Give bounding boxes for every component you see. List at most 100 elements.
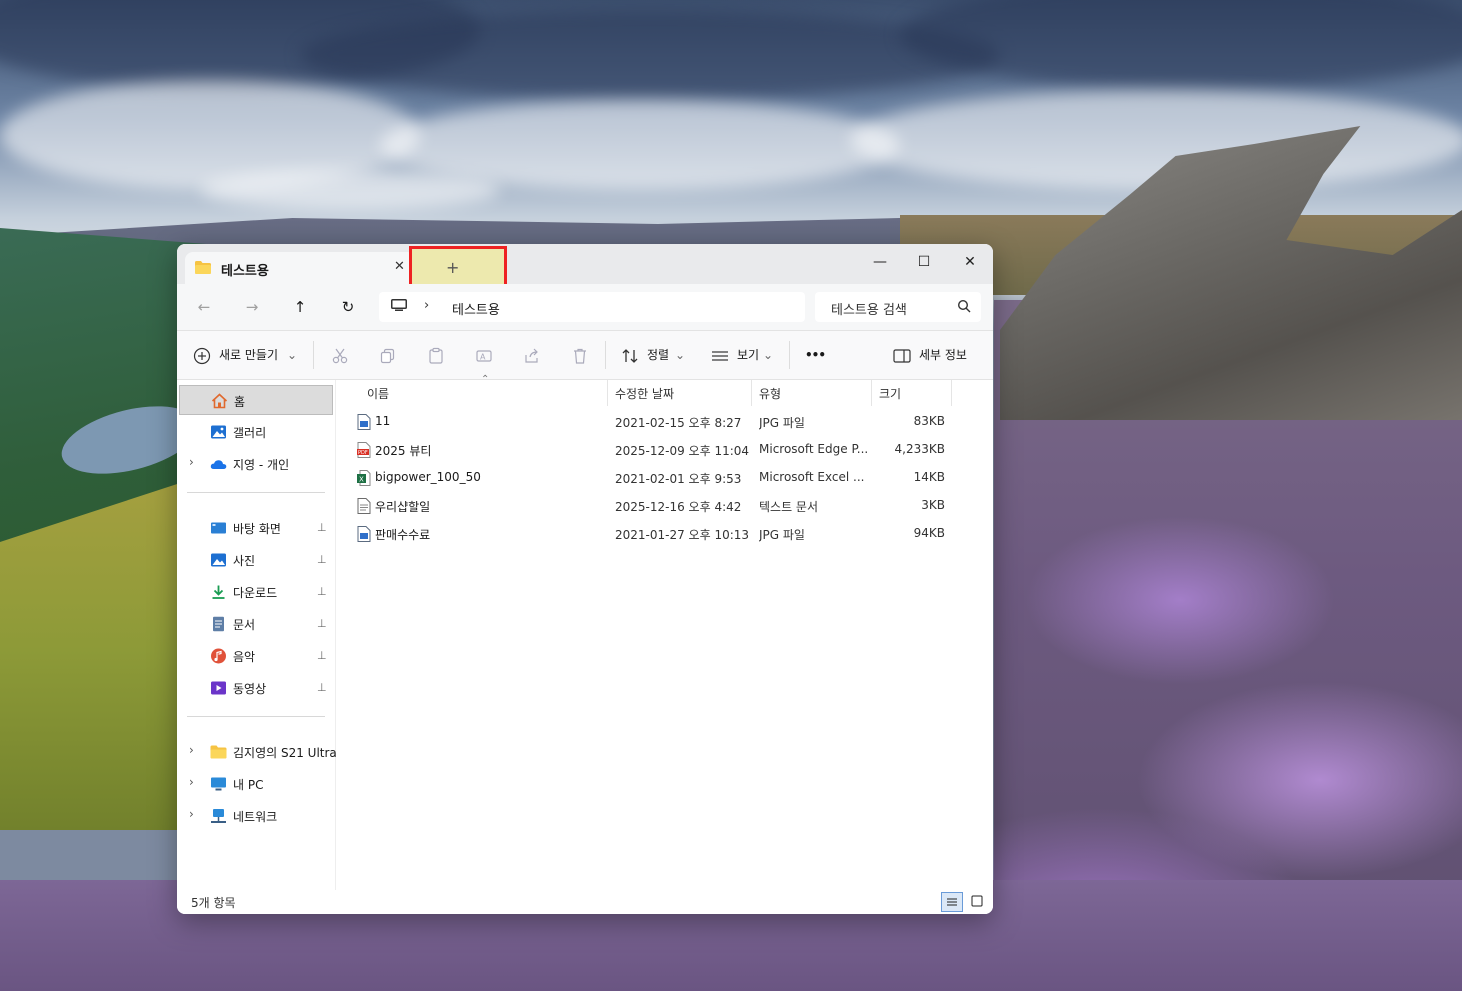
view-chevron-icon[interactable]: ⌄ xyxy=(763,343,773,367)
more-options-button[interactable]: ••• xyxy=(805,343,826,367)
pin-icon[interactable]: ⊥ xyxy=(317,681,327,694)
sidebar-item-onedrive[interactable]: › 지영 - 개인 xyxy=(179,449,333,479)
new-chevron-icon[interactable]: ⌄ xyxy=(287,343,297,367)
expand-chevron-icon[interactable]: › xyxy=(189,807,194,821)
sidebar-item-music[interactable]: 음악 ⊥ xyxy=(179,641,333,671)
pin-icon[interactable]: ⊥ xyxy=(317,617,327,630)
videos-icon xyxy=(211,681,226,695)
sidebar-item-phone[interactable]: › 김지영의 S21 Ultra xyxy=(179,737,337,767)
search-box[interactable]: 테스트용 검색 xyxy=(815,292,981,322)
tiles-view-icon xyxy=(971,895,983,907)
share-icon[interactable] xyxy=(523,347,541,365)
column-header-type[interactable]: 유형 xyxy=(759,382,781,406)
expand-chevron-icon[interactable]: › xyxy=(189,775,194,789)
minimize-button[interactable]: — xyxy=(865,250,895,274)
details-button[interactable]: 세부 정보 xyxy=(919,343,967,367)
svg-text:PDF: PDF xyxy=(358,450,368,456)
cut-icon[interactable] xyxy=(331,347,349,365)
plus-icon: + xyxy=(446,258,460,277)
title-bar[interactable]: 테스트용 ✕ + — ☐ ✕ xyxy=(177,244,993,288)
maximize-button[interactable]: ☐ xyxy=(909,250,939,274)
network-icon xyxy=(211,809,226,823)
search-input[interactable]: 테스트용 검색 xyxy=(831,299,907,318)
pictures-icon xyxy=(211,553,226,567)
file-size: 83KB xyxy=(913,414,945,428)
refresh-button[interactable]: ↻ xyxy=(335,296,361,318)
file-size: 4,233KB xyxy=(894,442,945,456)
column-header-size[interactable]: 크기 xyxy=(879,382,901,406)
back-button[interactable]: ← xyxy=(191,296,217,318)
details-view-button[interactable] xyxy=(941,892,963,912)
music-icon xyxy=(211,648,226,664)
sidebar-item-label: 문서 xyxy=(233,618,256,632)
sidebar-item-label: 지영 - 개인 xyxy=(233,458,290,472)
table-row[interactable]: X bigpower_100_50 2021-02-01 오후 9:53 Mic… xyxy=(353,464,973,492)
sidebar-item-documents[interactable]: 문서 ⊥ xyxy=(179,609,333,639)
sidebar-item-label: 다운로드 xyxy=(233,586,278,600)
pin-icon[interactable]: ⊥ xyxy=(317,521,327,534)
sidebar-item-gallery[interactable]: 갤러리 xyxy=(179,417,333,447)
sidebar-item-label: 갤러리 xyxy=(233,426,267,440)
gallery-icon xyxy=(211,425,226,439)
table-row[interactable]: 판매수수료 2021-01-27 오후 10:13 JPG 파일 94KB xyxy=(353,520,973,548)
close-tab-icon[interactable]: ✕ xyxy=(394,259,405,274)
excel-file-icon: X xyxy=(357,470,371,486)
expand-chevron-icon[interactable]: › xyxy=(189,455,194,469)
downloads-icon xyxy=(212,585,225,599)
file-name: 11 xyxy=(375,414,391,428)
file-modified: 2025-12-09 오후 11:04 xyxy=(615,444,750,458)
documents-icon xyxy=(213,616,224,632)
table-row[interactable]: PDF 2025 뷰티 2025-12-09 오후 11:04 Microsof… xyxy=(353,436,973,464)
view-button[interactable]: 보기 xyxy=(737,343,759,367)
pdf-file-icon: PDF xyxy=(357,442,371,458)
sidebar-item-home[interactable]: 홈 xyxy=(179,385,333,415)
address-bar[interactable]: › 테스트용 xyxy=(379,292,805,322)
sort-button[interactable]: 정렬 xyxy=(647,343,669,367)
rename-icon[interactable]: A xyxy=(475,347,493,365)
sidebar-item-label: 네트워크 xyxy=(233,810,278,824)
tab-current[interactable]: 테스트용 ✕ xyxy=(185,252,415,284)
sidebar-item-downloads[interactable]: 다운로드 ⊥ xyxy=(179,577,333,607)
item-count: 5개 항목 xyxy=(191,896,236,910)
expand-chevron-icon[interactable]: › xyxy=(189,743,194,757)
jpg-file-icon xyxy=(357,526,371,542)
sidebar-item-desktop[interactable]: 바탕 화면 ⊥ xyxy=(179,513,333,543)
sidebar-item-videos[interactable]: 동영상 ⊥ xyxy=(179,673,333,703)
file-name: bigpower_100_50 xyxy=(375,470,481,484)
new-tab-button[interactable]: + xyxy=(409,246,507,288)
forward-button[interactable]: → xyxy=(239,296,265,318)
status-bar: 5개 항목 xyxy=(177,890,993,914)
sort-chevron-icon[interactable]: ⌄ xyxy=(675,343,685,367)
sidebar-item-pictures[interactable]: 사진 ⊥ xyxy=(179,545,333,575)
new-button[interactable]: 새로 만들기 xyxy=(219,343,278,367)
file-name: 우리샵할일 xyxy=(375,500,431,514)
text-file-icon xyxy=(357,498,371,514)
column-header-name[interactable]: 이름 xyxy=(367,382,389,406)
tiles-view-button[interactable] xyxy=(967,892,989,912)
delete-icon[interactable] xyxy=(571,347,589,365)
file-modified: 2021-02-01 오후 9:53 xyxy=(615,472,742,486)
table-row[interactable]: 11 2021-02-15 오후 8:27 JPG 파일 83KB xyxy=(353,408,973,436)
pin-icon[interactable]: ⊥ xyxy=(317,585,327,598)
column-header-modified[interactable]: 수정한 날짜 xyxy=(615,382,674,406)
breadcrumb[interactable]: 테스트용 xyxy=(452,299,500,318)
copy-icon[interactable] xyxy=(379,347,397,365)
table-row[interactable]: 우리샵할일 2025-12-16 오후 4:42 텍스트 문서 3KB xyxy=(353,492,973,520)
up-button[interactable]: ↑ xyxy=(287,296,313,318)
sidebar-item-label: 내 PC xyxy=(233,778,264,792)
file-size: 94KB xyxy=(913,526,945,540)
file-list: ⌃ 이름 수정한 날짜 유형 크기 11 2021-02-15 오후 8:27 … xyxy=(337,374,993,890)
file-modified: 2021-02-15 오후 8:27 xyxy=(615,416,742,430)
sidebar-item-label: 김지영의 S21 Ultra xyxy=(233,746,337,760)
paste-icon[interactable] xyxy=(427,347,445,365)
close-button[interactable]: ✕ xyxy=(955,250,985,274)
sidebar-item-this-pc[interactable]: › 내 PC xyxy=(179,769,333,799)
file-type: Microsoft Excel ... xyxy=(759,470,865,484)
breadcrumb-separator[interactable]: › xyxy=(424,298,429,313)
pin-icon[interactable]: ⊥ xyxy=(317,649,327,662)
pin-icon[interactable]: ⊥ xyxy=(317,553,327,566)
onedrive-icon xyxy=(210,460,227,469)
sidebar-item-network[interactable]: › 네트워크 xyxy=(179,801,333,831)
details-pane-icon xyxy=(893,349,911,363)
sidebar-item-label: 바탕 화면 xyxy=(233,522,281,536)
